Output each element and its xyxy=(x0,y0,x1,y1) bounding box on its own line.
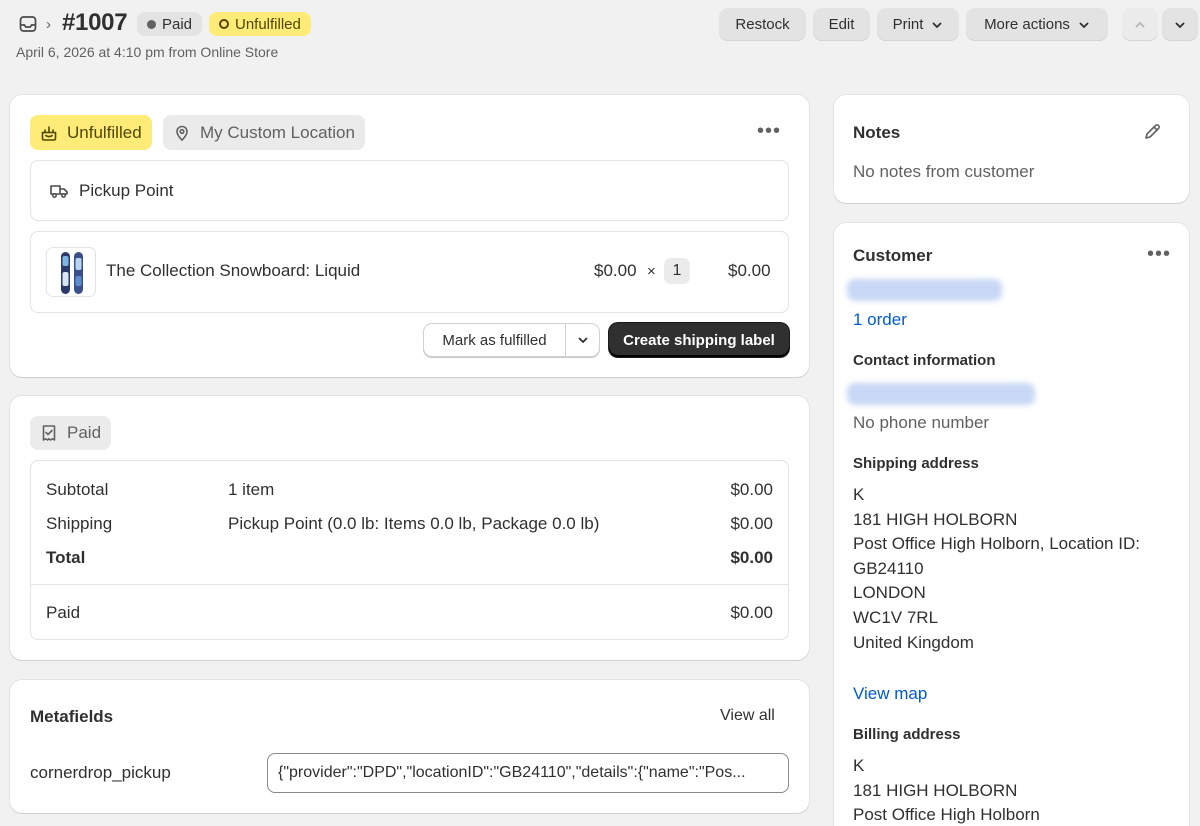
payment-status-badge: Paid xyxy=(137,12,203,36)
breadcrumb-chevron-icon: › xyxy=(46,16,51,33)
customer-email-link[interactable] xyxy=(847,383,1035,405)
customer-orders-link[interactable]: 1 order xyxy=(853,310,907,330)
page-title: #1007 xyxy=(62,9,128,36)
customer-name-link[interactable] xyxy=(847,279,1002,301)
print-button[interactable]: Print xyxy=(877,8,959,41)
metafield-value-input[interactable]: {"provider":"DPD","locationID":"GB24110"… xyxy=(267,753,789,793)
location-badge: My Custom Location xyxy=(163,115,365,150)
multiply-sign: × xyxy=(647,263,656,280)
previous-order-button[interactable] xyxy=(1122,8,1158,41)
more-actions-button[interactable]: More actions xyxy=(966,8,1108,41)
mark-fulfilled-button[interactable]: Mark as fulfilled xyxy=(424,324,566,356)
delivery-method-row: Pickup Point xyxy=(30,160,789,221)
orders-inbox-icon[interactable] xyxy=(18,14,38,34)
chevron-down-icon xyxy=(577,337,588,344)
view-map-link[interactable]: View map xyxy=(853,684,927,704)
chevron-down-icon xyxy=(1079,21,1089,28)
product-title-link[interactable]: The Collection Snowboard: Liquid xyxy=(106,261,360,281)
line-item: The Collection Snowboard: Liquid $0.00 ×… xyxy=(30,231,789,313)
receipt-check-icon xyxy=(42,425,56,441)
fulfill-options-button[interactable] xyxy=(566,324,599,356)
chevron-down-icon xyxy=(1175,21,1185,28)
chevron-down-icon xyxy=(932,21,943,28)
line-total: $0.00 xyxy=(728,261,771,280)
next-order-button[interactable] xyxy=(1162,8,1198,41)
create-shipping-label-button[interactable]: Create shipping label xyxy=(609,323,789,357)
order-subtitle: April 6, 2026 at 4:10 pm from Online Sto… xyxy=(16,44,279,60)
mark-fulfilled-split-button: Mark as fulfilled xyxy=(423,323,600,357)
shipping-address-title: Shipping address xyxy=(853,455,979,472)
metafields-card xyxy=(10,680,809,813)
notes-title: Notes xyxy=(853,123,901,142)
location-pin-icon xyxy=(176,125,188,141)
metafields-title: Metafields xyxy=(30,707,114,726)
quantity-badge: 1 xyxy=(664,258,690,284)
paid-badge: Paid xyxy=(30,416,112,450)
status-ring-icon xyxy=(219,19,229,29)
status-dot-icon xyxy=(147,19,156,29)
notes-text: No notes from customer xyxy=(853,162,1035,181)
fulfillment-status-badge: Unfulfilled xyxy=(209,12,311,36)
contact-information-title: Contact information xyxy=(853,352,996,369)
payment-summary: Subtotal 1 item $0.00 Shipping Pickup Po… xyxy=(30,460,789,640)
customer-phone: No phone number xyxy=(853,413,990,432)
product-thumbnail[interactable] xyxy=(46,247,96,297)
view-all-metafields-button[interactable]: View all xyxy=(720,707,775,725)
restock-button[interactable]: Restock xyxy=(719,8,806,41)
edit-notes-pencil-icon[interactable] xyxy=(1143,122,1162,146)
edit-button[interactable]: Edit xyxy=(813,8,870,41)
unit-price: $0.00 xyxy=(594,261,637,280)
delivery-truck-icon xyxy=(50,184,68,198)
package-icon xyxy=(41,125,57,141)
fulfillment-more-menu-icon[interactable]: ••• xyxy=(757,120,781,143)
billing-address-title: Billing address xyxy=(853,726,961,743)
billing-address: K 181 HIGH HOLBORN Post Office High Holb… xyxy=(853,756,1040,825)
customer-more-menu-icon[interactable]: ••• xyxy=(1147,243,1171,266)
notes-card xyxy=(834,95,1189,203)
chevron-up-icon xyxy=(1135,21,1145,28)
shipping-address: K 181 HIGH HOLBORN Post Office High Holb… xyxy=(853,485,1140,652)
customer-title: Customer xyxy=(853,246,933,265)
metafield-key: cornerdrop_pickup xyxy=(30,763,171,782)
summary-divider xyxy=(31,584,788,585)
unfulfilled-badge: Unfulfilled xyxy=(30,115,152,150)
